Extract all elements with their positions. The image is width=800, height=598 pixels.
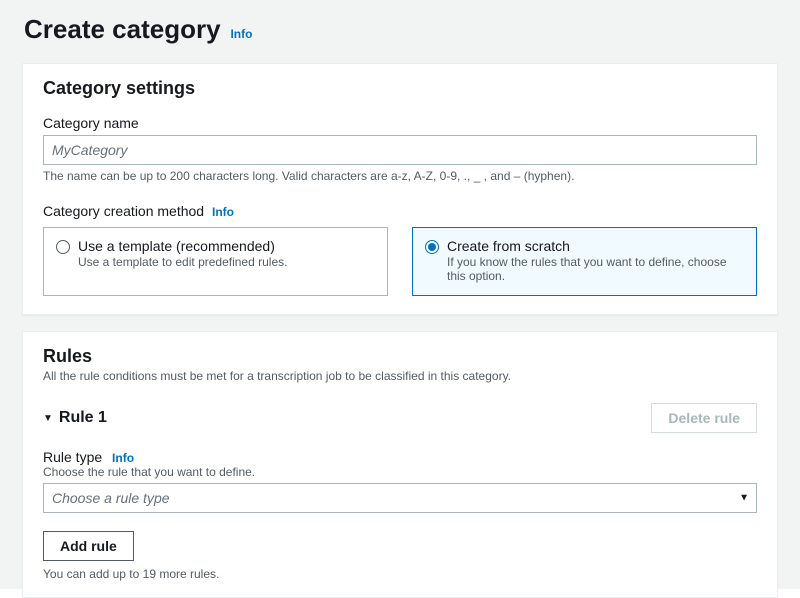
caret-down-icon: ▼ xyxy=(43,413,53,424)
radio-icon xyxy=(425,240,439,254)
add-rule-helper: You can add up to 19 more rules. xyxy=(43,567,757,581)
option-use-template[interactable]: Use a template (recommended) Use a templ… xyxy=(43,227,388,296)
option-template-title: Use a template (recommended) xyxy=(78,238,287,254)
rules-subtitle: All the rule conditions must be met for … xyxy=(43,369,757,383)
rule-1-title: Rule 1 xyxy=(59,409,107,427)
category-name-helper: The name can be up to 200 characters lon… xyxy=(43,169,757,183)
option-template-desc: Use a template to edit predefined rules. xyxy=(78,255,287,269)
rule-type-label: Rule type xyxy=(43,449,102,465)
settings-title: Category settings xyxy=(43,78,757,99)
page-title: Create category xyxy=(24,14,221,45)
category-name-label: Category name xyxy=(43,115,757,131)
rule-type-info-link[interactable]: Info xyxy=(112,451,134,465)
rule-type-helper: Choose the rule that you want to define. xyxy=(43,465,757,479)
add-rule-button[interactable]: Add rule xyxy=(43,531,134,561)
delete-rule-button[interactable]: Delete rule xyxy=(651,403,757,433)
category-name-input[interactable] xyxy=(43,135,757,165)
option-scratch-title: Create from scratch xyxy=(447,238,744,254)
creation-method-info-link[interactable]: Info xyxy=(212,205,234,219)
option-scratch-desc: If you know the rules that you want to d… xyxy=(447,255,744,283)
rule-1-toggle[interactable]: ▼ Rule 1 xyxy=(43,409,107,427)
radio-icon xyxy=(56,240,70,254)
rule-type-select[interactable]: Choose a rule type xyxy=(43,483,757,513)
page-info-link[interactable]: Info xyxy=(230,27,252,41)
rules-title: Rules xyxy=(43,346,757,367)
category-settings-panel: Category settings Category name The name… xyxy=(22,63,778,315)
creation-method-label: Category creation method xyxy=(43,203,204,219)
option-create-from-scratch[interactable]: Create from scratch If you know the rule… xyxy=(412,227,757,296)
rules-panel: Rules All the rule conditions must be me… xyxy=(22,331,778,598)
